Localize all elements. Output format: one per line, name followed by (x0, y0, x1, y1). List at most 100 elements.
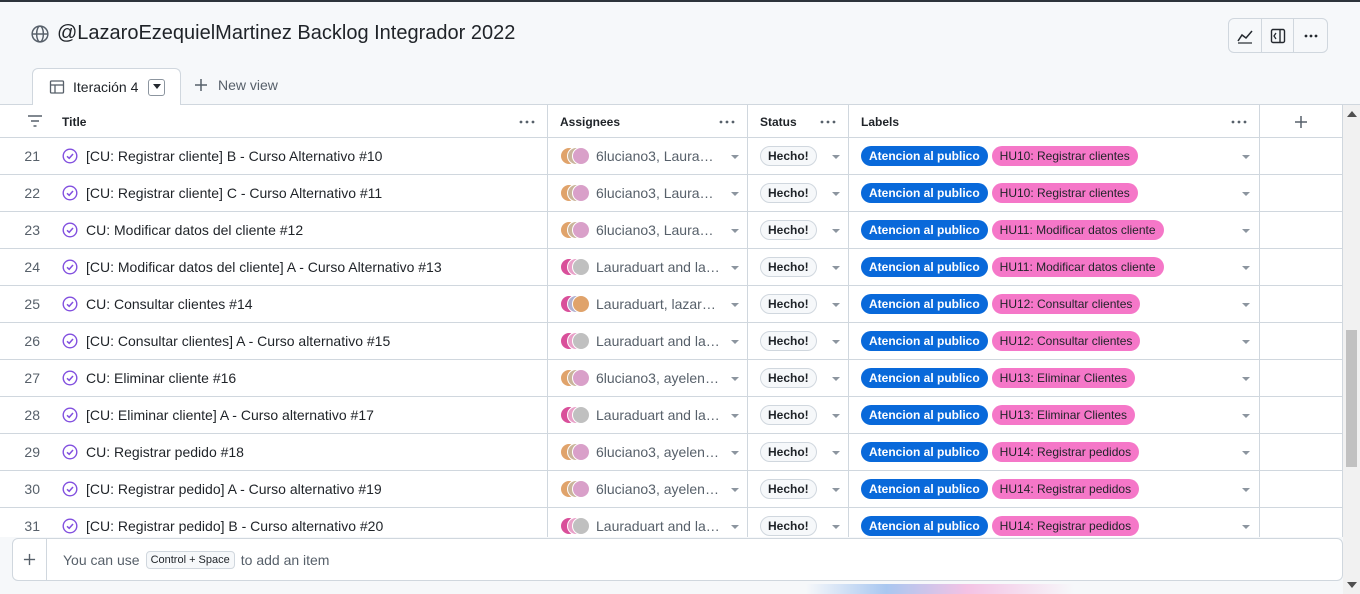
empty-field-cell[interactable] (1260, 175, 1343, 211)
side-panel-button[interactable] (1262, 19, 1295, 52)
chevron-down-icon[interactable] (731, 525, 739, 529)
chevron-down-icon[interactable] (731, 414, 739, 418)
status-cell[interactable]: Hecho! (748, 471, 849, 507)
chevron-down-icon[interactable] (731, 303, 739, 307)
labels-cell[interactable]: Atencion al publico HU14: Registrar pedi… (849, 471, 1260, 507)
status-cell[interactable]: Hecho! (748, 360, 849, 396)
status-cell[interactable]: Hecho! (748, 323, 849, 359)
labels-cell[interactable]: Atencion al publico HU13: Eliminar Clien… (849, 360, 1260, 396)
status-cell[interactable]: Hecho! (748, 508, 849, 537)
more-options-button[interactable] (1294, 19, 1327, 52)
add-item-bar[interactable]: You can use Control + Space to add an it… (12, 538, 1343, 581)
labels-cell[interactable]: Atencion al publico HU10: Registrar clie… (849, 138, 1260, 174)
view-options-button[interactable] (148, 78, 166, 96)
chevron-down-icon[interactable] (1242, 377, 1250, 381)
item-title[interactable]: CU: Modificar datos del cliente #12 (86, 222, 303, 238)
new-view-button[interactable]: New view (194, 77, 278, 93)
chevron-down-icon[interactable] (1242, 155, 1250, 159)
status-cell[interactable]: Hecho! (748, 434, 849, 470)
column-header-assignees[interactable]: Assignees (548, 105, 748, 138)
chevron-down-icon[interactable] (832, 451, 840, 455)
chevron-down-icon[interactable] (832, 377, 840, 381)
kebab-horizontal-icon[interactable] (519, 115, 535, 129)
empty-field-cell[interactable] (1260, 434, 1343, 470)
kebab-horizontal-icon[interactable] (820, 115, 836, 129)
table-row[interactable]: 28 [CU: Eliminar cliente] A - Curso alte… (0, 397, 1343, 434)
scroll-thumb[interactable] (1346, 330, 1357, 467)
filter-button[interactable] (27, 114, 43, 133)
empty-field-cell[interactable] (1260, 249, 1343, 285)
assignees-cell[interactable]: 6luciano3, ayelenc… (548, 360, 748, 396)
chevron-down-icon[interactable] (731, 192, 739, 196)
labels-cell[interactable]: Atencion al publico HU14: Registrar pedi… (849, 434, 1260, 470)
status-cell[interactable]: Hecho! (748, 397, 849, 433)
labels-cell[interactable]: Atencion al publico HU11: Modificar dato… (849, 212, 1260, 248)
chevron-down-icon[interactable] (832, 488, 840, 492)
assignees-cell[interactable]: Lauraduart and laza… (548, 249, 748, 285)
empty-field-cell[interactable] (1260, 286, 1343, 322)
chevron-down-icon[interactable] (832, 192, 840, 196)
chevron-down-icon[interactable] (832, 340, 840, 344)
chevron-down-icon[interactable] (1242, 303, 1250, 307)
assignees-cell[interactable]: 6luciano3, Laurad… (548, 212, 748, 248)
title-cell[interactable]: [CU: Modificar datos del cliente] A - Cu… (48, 249, 548, 285)
empty-field-cell[interactable] (1260, 508, 1343, 537)
table-row[interactable]: 25 CU: Consultar clientes #14 Lauraduart… (0, 286, 1343, 323)
chevron-down-icon[interactable] (832, 155, 840, 159)
item-title[interactable]: [CU: Registrar cliente] B - Curso Altern… (86, 148, 382, 164)
add-item-button[interactable] (13, 538, 47, 581)
item-title[interactable]: CU: Registrar pedido #18 (86, 444, 244, 460)
kebab-horizontal-icon[interactable] (1231, 115, 1247, 129)
item-title[interactable]: [CU: Eliminar cliente] A - Curso alterna… (86, 407, 374, 423)
table-row[interactable]: 26 [CU: Consultar clientes] A - Curso al… (0, 323, 1343, 360)
item-title[interactable]: CU: Eliminar cliente #16 (86, 370, 236, 386)
chevron-down-icon[interactable] (731, 340, 739, 344)
status-cell[interactable]: Hecho! (748, 212, 849, 248)
table-row[interactable]: 22 [CU: Registrar cliente] C - Curso Alt… (0, 175, 1343, 212)
item-title[interactable]: [CU: Consultar clientes] A - Curso alter… (86, 333, 390, 349)
column-header-labels[interactable]: Labels (849, 105, 1260, 138)
item-title[interactable]: [CU: Registrar pedido] B - Curso alterna… (86, 518, 383, 534)
table-row[interactable]: 24 [CU: Modificar datos del cliente] A -… (0, 249, 1343, 286)
title-cell[interactable]: [CU: Registrar cliente] C - Curso Altern… (48, 175, 548, 211)
title-cell[interactable]: [CU: Consultar clientes] A - Curso alter… (48, 323, 548, 359)
chevron-down-icon[interactable] (1242, 451, 1250, 455)
empty-field-cell[interactable] (1260, 212, 1343, 248)
chevron-down-icon[interactable] (1242, 266, 1250, 270)
title-cell[interactable]: CU: Modificar datos del cliente #12 (48, 212, 548, 248)
empty-field-cell[interactable] (1260, 397, 1343, 433)
title-cell[interactable]: [CU: Registrar pedido] B - Curso alterna… (48, 508, 548, 537)
labels-cell[interactable]: Atencion al publico HU12: Consultar clie… (849, 323, 1260, 359)
scroll-down-arrow[interactable] (1347, 582, 1357, 588)
title-cell[interactable]: [CU: Registrar pedido] A - Curso alterna… (48, 471, 548, 507)
chevron-down-icon[interactable] (731, 451, 739, 455)
chevron-down-icon[interactable] (731, 377, 739, 381)
status-cell[interactable]: Hecho! (748, 138, 849, 174)
item-title[interactable]: CU: Consultar clientes #14 (86, 296, 253, 312)
labels-cell[interactable]: Atencion al publico HU11: Modificar dato… (849, 249, 1260, 285)
table-row[interactable]: 30 [CU: Registrar pedido] A - Curso alte… (0, 471, 1343, 508)
chevron-down-icon[interactable] (832, 414, 840, 418)
labels-cell[interactable]: Atencion al publico HU12: Consultar clie… (849, 286, 1260, 322)
status-cell[interactable]: Hecho! (748, 249, 849, 285)
title-cell[interactable]: CU: Registrar pedido #18 (48, 434, 548, 470)
labels-cell[interactable]: Atencion al publico HU10: Registrar clie… (849, 175, 1260, 211)
title-cell[interactable]: CU: Eliminar cliente #16 (48, 360, 548, 396)
chevron-down-icon[interactable] (1242, 340, 1250, 344)
add-field-button[interactable] (1260, 105, 1343, 138)
vertical-scrollbar[interactable] (1343, 105, 1360, 594)
chevron-down-icon[interactable] (731, 155, 739, 159)
assignees-cell[interactable]: Lauraduart and laza… (548, 323, 748, 359)
assignees-cell[interactable]: Lauraduart and laza… (548, 508, 748, 537)
title-cell[interactable]: [CU: Eliminar cliente] A - Curso alterna… (48, 397, 548, 433)
chevron-down-icon[interactable] (731, 229, 739, 233)
table-row[interactable]: 23 CU: Modificar datos del cliente #12 6… (0, 212, 1343, 249)
insights-button[interactable] (1229, 19, 1262, 52)
title-cell[interactable]: [CU: Registrar cliente] B - Curso Altern… (48, 138, 548, 174)
assignees-cell[interactable]: 6luciano3, Laurad… (548, 138, 748, 174)
chevron-down-icon[interactable] (832, 266, 840, 270)
empty-field-cell[interactable] (1260, 360, 1343, 396)
assignees-cell[interactable]: Lauraduart and laza… (548, 397, 748, 433)
chevron-down-icon[interactable] (1242, 525, 1250, 529)
chevron-down-icon[interactable] (832, 229, 840, 233)
